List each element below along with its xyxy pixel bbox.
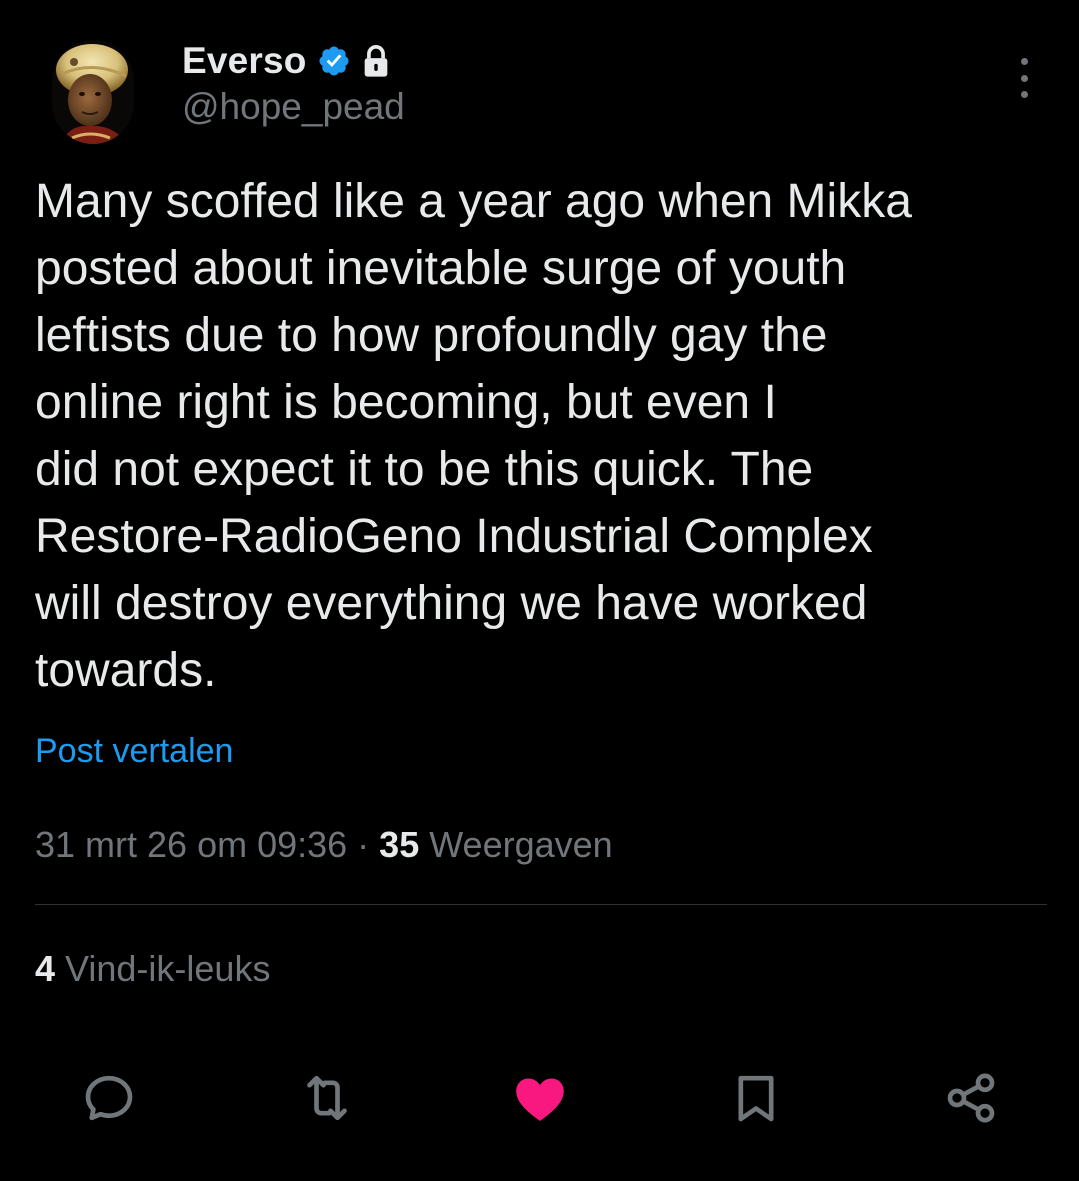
lock-icon [361, 44, 391, 78]
share-icon [947, 1073, 995, 1123]
reply-icon [85, 1075, 133, 1121]
avatar[interactable] [52, 40, 134, 144]
repost-icon [307, 1075, 347, 1121]
reply-button[interactable] [79, 1068, 139, 1128]
avatar-portrait [52, 40, 134, 144]
bookmark-icon [738, 1075, 774, 1122]
post-timestamp[interactable]: 31 mrt 26 om 09:36 [35, 824, 347, 865]
meta-separator: · [347, 824, 380, 865]
verified-badge-icon [317, 44, 351, 78]
likes-label: Vind-ik-leuks [55, 948, 271, 989]
views-count: 35 [379, 824, 420, 865]
like-button[interactable] [510, 1068, 570, 1128]
author-name-row[interactable]: Everso [182, 38, 391, 84]
share-button[interactable] [941, 1068, 1001, 1128]
bookmark-button[interactable] [726, 1068, 786, 1128]
author-display-name[interactable]: Everso [182, 40, 307, 82]
post-meta: 31 mrt 26 om 09:36 · 35 Weergaven [35, 824, 613, 866]
repost-button[interactable] [297, 1068, 357, 1128]
divider [35, 904, 1047, 905]
likes-summary[interactable]: 4 Vind-ik-leuks [35, 948, 270, 990]
like-icon [516, 1078, 564, 1121]
post-text: Many scoffed like a year ago when Mikka … [35, 175, 912, 697]
views-label: Weergaven [419, 824, 613, 865]
post-detail: Everso @hope_pead Many scoffed like a ye… [0, 0, 1079, 1181]
likes-count: 4 [35, 948, 56, 989]
translate-post-link[interactable]: Post vertalen [35, 732, 233, 771]
author-handle[interactable]: @hope_pead [182, 86, 405, 128]
more-options-icon[interactable] [1008, 58, 1040, 98]
